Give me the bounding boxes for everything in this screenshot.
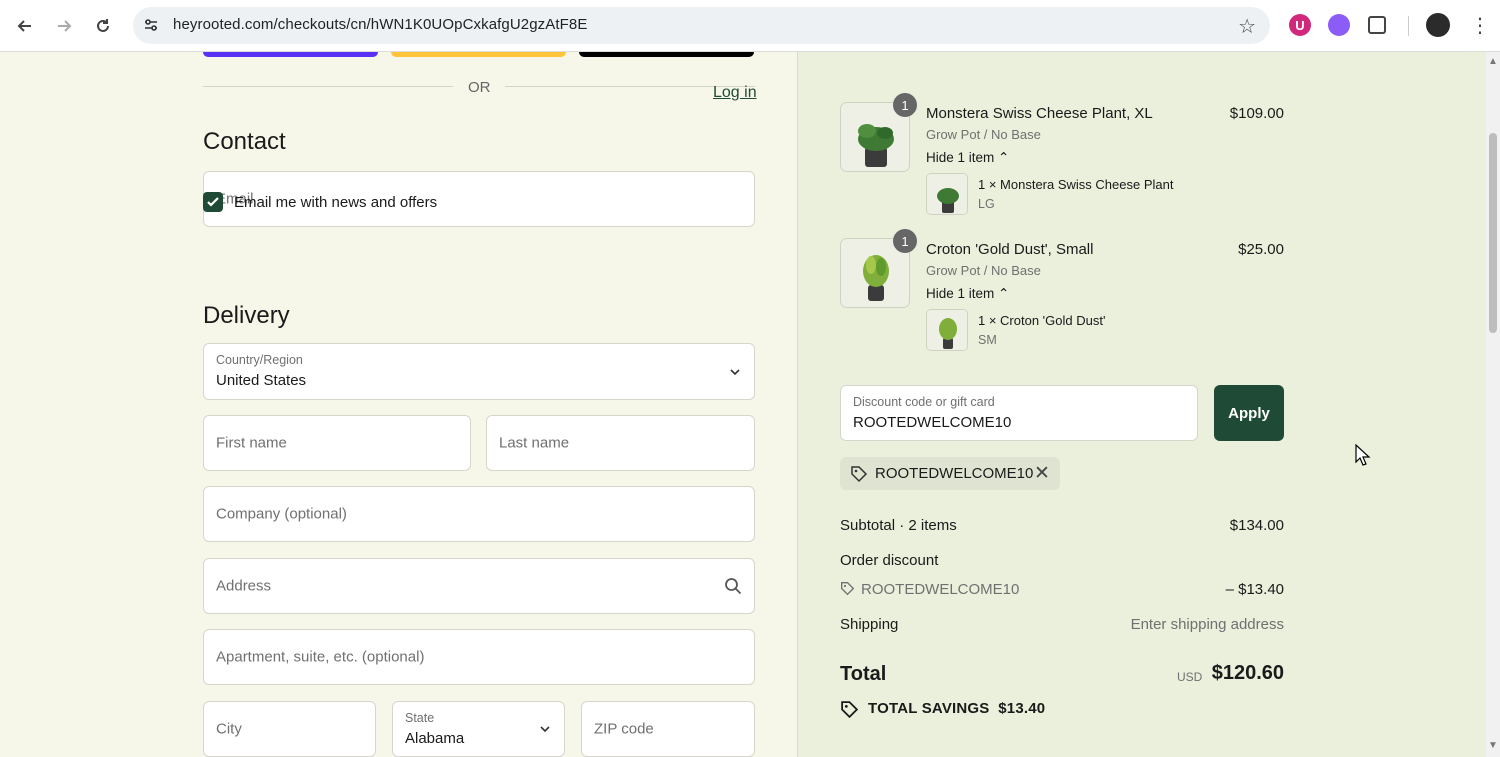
- reload-icon[interactable]: [89, 12, 117, 40]
- hide-items-label: Hide 1 item: [926, 286, 995, 301]
- shipping-label: Shipping: [840, 616, 899, 633]
- mouse-cursor-icon: [1355, 444, 1371, 466]
- express-pay-button-3[interactable]: [579, 52, 754, 57]
- profile-avatar[interactable]: [1426, 13, 1450, 37]
- extensions-puzzle-icon[interactable]: [1368, 16, 1386, 34]
- forward-icon[interactable]: [50, 12, 78, 40]
- country-select[interactable]: Country/Region United States: [203, 343, 755, 400]
- item-name: Monstera Swiss Cheese Plant, XL: [926, 105, 1153, 122]
- address-field[interactable]: Address: [203, 558, 755, 614]
- scroll-down-arrow-icon[interactable]: ▼: [1488, 740, 1498, 751]
- or-divider-left: [203, 86, 453, 87]
- country-value: United States: [216, 372, 307, 389]
- url-text[interactable]: heyrooted.com/checkouts/cn/hWN1K0UOpCxka…: [173, 16, 587, 33]
- discount-code-field[interactable]: Discount code or gift card ROOTEDWELCOME…: [840, 385, 1198, 441]
- state-select[interactable]: State Alabama: [392, 701, 565, 757]
- city-placeholder: City: [216, 720, 242, 738]
- tag-icon: [841, 582, 855, 596]
- item-variant: Grow Pot / No Base: [926, 127, 1041, 142]
- subtotal-label: Subtotal · 2 items: [840, 517, 957, 534]
- toolbar-divider: [1408, 16, 1409, 36]
- chevron-down-icon: [540, 726, 550, 733]
- chevron-up-icon: ⌃: [998, 286, 1010, 301]
- discount-code-value: ROOTEDWELCOME10: [853, 414, 1012, 431]
- bundle-item-variant: LG: [978, 197, 995, 211]
- address-bar[interactable]: heyrooted.com/checkouts/cn/hWN1K0UOpCxka…: [133, 7, 1270, 44]
- first-name-placeholder: First name: [216, 434, 287, 452]
- order-discount-code: ROOTEDWELCOME10: [861, 581, 1020, 598]
- total-savings-value: $13.40: [998, 700, 1046, 717]
- state-value: Alabama: [405, 730, 465, 747]
- browser-menu-icon[interactable]: ⋮: [1470, 13, 1490, 38]
- total-currency: USD: [1177, 670, 1203, 684]
- item-price: $109.00: [1229, 105, 1284, 122]
- company-placeholder: Company (optional): [216, 505, 347, 523]
- applied-discount-chip: ROOTEDWELCOME10 ✕: [840, 457, 1060, 490]
- zip-placeholder: ZIP code: [594, 720, 654, 738]
- order-discount-label: Order discount: [840, 552, 939, 569]
- quantity-badge: 1: [893, 229, 917, 253]
- total-savings-label: TOTAL SAVINGS: [868, 700, 990, 717]
- extension-purple-icon[interactable]: [1328, 14, 1350, 36]
- express-pay-button-1[interactable]: [203, 52, 378, 57]
- last-name-placeholder: Last name: [499, 434, 570, 452]
- company-field[interactable]: Company (optional): [203, 486, 755, 542]
- order-discount-value: – $13.40: [1225, 581, 1284, 598]
- item-price: $25.00: [1238, 241, 1284, 258]
- last-name-field[interactable]: Last name: [486, 415, 755, 471]
- bookmark-star-icon[interactable]: ☆: [1238, 14, 1256, 39]
- apply-discount-button[interactable]: Apply: [1214, 385, 1284, 441]
- hide-items-toggle[interactable]: Hide 1 item ⌃: [926, 286, 1009, 302]
- quantity-badge: 1: [893, 93, 917, 117]
- apartment-field[interactable]: Apartment, suite, etc. (optional): [203, 629, 755, 685]
- bundle-item-name: 1 × Croton 'Gold Dust': [978, 313, 1106, 328]
- chevron-down-icon: [730, 368, 740, 375]
- browser-toolbar: heyrooted.com/checkouts/cn/hWN1K0UOpCxka…: [0, 0, 1500, 52]
- discount-code-label: Discount code or gift card: [853, 395, 995, 409]
- site-settings-icon[interactable]: [141, 15, 161, 35]
- croton-sub-thumbnail: [926, 309, 968, 351]
- newsletter-checkbox[interactable]: [203, 192, 223, 212]
- newsletter-label[interactable]: Email me with news and offers: [234, 194, 437, 211]
- monstera-sub-thumbnail: [926, 173, 968, 215]
- first-name-field[interactable]: First name: [203, 415, 471, 471]
- delivery-heading: Delivery: [203, 302, 290, 329]
- tag-icon: [851, 466, 868, 483]
- hide-items-toggle[interactable]: Hide 1 item ⌃: [926, 150, 1009, 166]
- hide-items-label: Hide 1 item: [926, 150, 995, 165]
- or-divider-text: OR: [468, 79, 491, 96]
- express-pay-button-2[interactable]: [391, 52, 566, 57]
- scroll-up-arrow-icon[interactable]: ▲: [1488, 56, 1498, 67]
- state-label: State: [405, 711, 435, 725]
- extension-u-icon[interactable]: U: [1289, 14, 1311, 36]
- apartment-placeholder: Apartment, suite, etc. (optional): [216, 648, 425, 666]
- back-icon[interactable]: [11, 12, 39, 40]
- applied-discount-code: ROOTEDWELCOME10: [875, 465, 1034, 482]
- login-link[interactable]: Log in: [713, 84, 757, 102]
- city-field[interactable]: City: [203, 701, 376, 757]
- savings-tag-icon: [841, 701, 859, 719]
- total-label: Total: [840, 663, 887, 685]
- country-label: Country/Region: [216, 353, 303, 367]
- total-value: $120.60: [1211, 662, 1284, 684]
- contact-heading: Contact: [203, 128, 286, 155]
- shipping-value: Enter shipping address: [1130, 616, 1284, 633]
- item-variant: Grow Pot / No Base: [926, 263, 1041, 278]
- chevron-up-icon: ⌃: [998, 150, 1010, 165]
- item-name: Croton 'Gold Dust', Small: [926, 241, 1094, 258]
- subtotal-value: $134.00: [1229, 517, 1284, 534]
- bundle-item-name: 1 × Monstera Swiss Cheese Plant: [978, 177, 1174, 192]
- zip-field[interactable]: ZIP code: [581, 701, 755, 757]
- address-placeholder: Address: [216, 577, 272, 595]
- search-icon[interactable]: [724, 577, 742, 595]
- bundle-item-variant: SM: [978, 333, 997, 347]
- remove-discount-icon[interactable]: ✕: [1034, 462, 1050, 485]
- scrollbar-thumb[interactable]: [1489, 133, 1497, 333]
- total-savings: TOTAL SAVINGS $13.40: [868, 700, 1045, 717]
